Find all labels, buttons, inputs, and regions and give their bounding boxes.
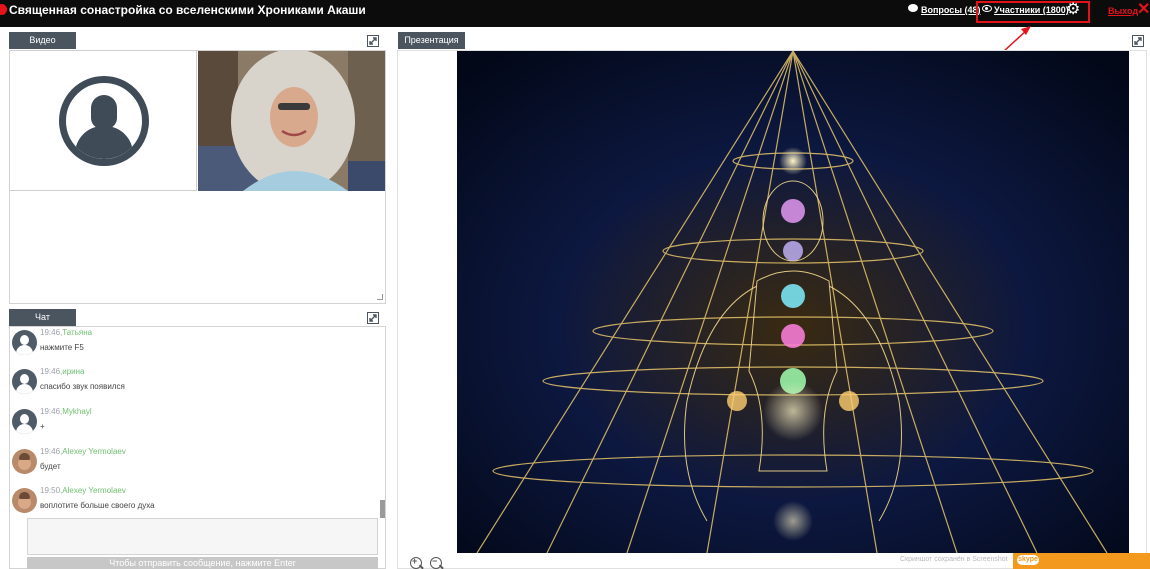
avatar [12,369,37,394]
expand-icon[interactable] [1132,35,1144,47]
video-placeholder [9,50,197,191]
message-author: Alexey Yermolaev [62,447,126,456]
message-author: ирина [62,367,85,376]
message-author: Mykhayl [62,407,92,416]
expand-icon[interactable] [367,312,379,324]
tab-chat[interactable]: Чат [9,309,76,326]
participants-link[interactable]: Участники (1800) [994,5,1069,15]
webcam-feed [198,51,385,191]
tab-presentation[interactable]: Презентация [398,32,465,49]
message-text: спасибо звук появился [40,382,125,391]
skype-notification[interactable]: skype [1013,553,1150,569]
presentation-slide [457,51,1129,553]
chat-message: 19:50,Alexey Yermolaev воплотите больше … [12,484,372,522]
avatar [12,488,37,513]
chat-message: 19:46,Alexey Yermolaev будет [12,445,372,483]
eye-icon [982,5,992,12]
send-hint[interactable]: Чтобы отправить сообщение, нажмите Enter [27,557,378,569]
avatar [12,330,37,355]
chat-input[interactable] [27,518,378,555]
avatar [12,409,37,434]
chat-message: 19:46,Татьяна нажмите F5 [12,326,372,364]
chat-message: 19:46,Mykhayl + [12,405,372,443]
message-text: + [40,422,45,431]
avatar [59,76,149,166]
message-text: будет [40,462,61,471]
zoom-out-icon[interactable]: − [430,556,442,569]
gear-icon[interactable]: ⚙ [1066,2,1080,18]
message-text: нажмите F5 [40,343,84,352]
zoom-in-icon[interactable]: + [410,556,422,569]
exit-link[interactable]: Выход [1108,6,1138,16]
avatar [12,449,37,474]
tab-video[interactable]: Видео [9,32,76,49]
page-title: Священная сонастройка со вселенскими Хро… [9,3,366,17]
expand-icon[interactable] [367,35,379,47]
close-icon[interactable]: ✕ [1137,2,1150,18]
skype-icon: skype [1017,555,1039,565]
message-author: Татьяна [62,328,93,337]
message-text: воплотите больше своего духа [40,501,155,510]
message-author: Alexey Yermolaev [62,486,126,495]
screenshot-note: Скриншот сохранён в Screenshot [900,556,1008,563]
resize-handle[interactable] [377,294,383,300]
top-bar: Священная сонастройка со вселенскими Хро… [0,0,1150,27]
chat-message: 19:46,ирина спасибо звук появился [12,365,372,403]
record-dot-icon [0,4,7,15]
chat-scrollbar[interactable] [380,500,385,518]
questions-link[interactable]: Вопросы (48) [908,5,981,15]
